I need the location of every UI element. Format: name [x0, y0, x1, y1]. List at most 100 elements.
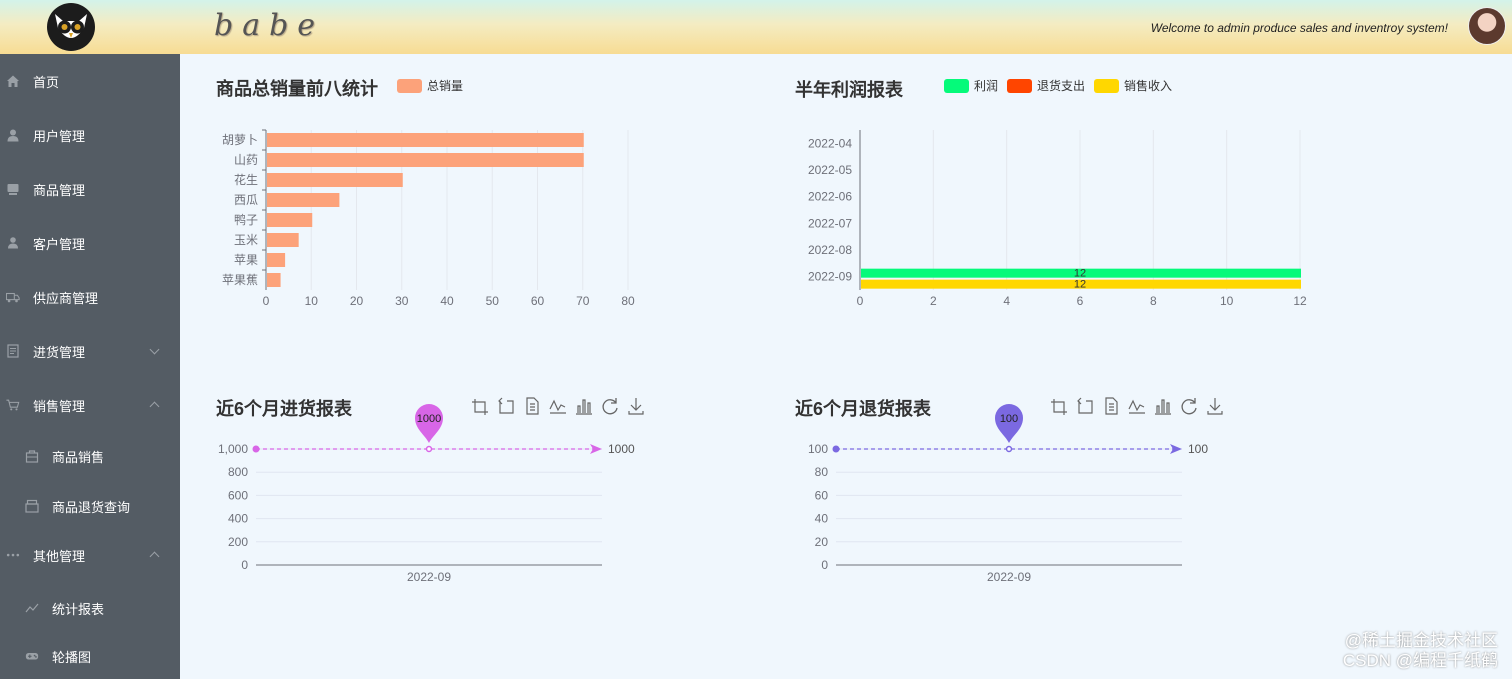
y-tick-label: 鸭子 — [234, 213, 258, 227]
legend-item-total-sales[interactable]: 总销量 — [397, 77, 463, 94]
y-tick-label: 花生 — [234, 172, 258, 187]
bar — [267, 173, 403, 187]
x-tick-label: 80 — [621, 294, 635, 308]
x-tick-label: 30 — [395, 294, 409, 308]
bar — [267, 273, 281, 287]
x-tick-label: 10 — [1220, 294, 1234, 308]
sidebar-item-purchase[interactable]: 进货管理 — [0, 324, 180, 378]
profit-bar-chart: 0 2 4 6 8 10 12 2022-04 2022-05 2022-06 2022-07 202… — [808, 130, 1307, 308]
sidebar-item-label: 用户管理 — [33, 128, 86, 144]
sidebar-item-customers[interactable]: 客户管理 — [0, 216, 180, 270]
x-tick-label: 70 — [576, 294, 590, 308]
legend-item-return-expense[interactable]: 退货支出 — [1007, 77, 1085, 94]
sidebar-item-goods[interactable]: 商品管理 — [0, 162, 180, 216]
document-icon — [6, 344, 20, 358]
y-tick-label: 2022-06 — [808, 190, 852, 204]
y-tick-label: 60 — [815, 488, 829, 502]
sidebar-item-product-sales[interactable]: 商品销售 — [0, 430, 180, 482]
sidebar-item-label: 商品退货查询 — [52, 499, 131, 515]
top-header: babe Welcome to admin produce sales and … — [0, 0, 1512, 54]
more-icon — [6, 548, 20, 562]
welcome-text: Welcome to admin produce sales and inven… — [1150, 21, 1448, 35]
y-tick-label: 0 — [241, 558, 248, 572]
top8-bar-chart: 0 10 20 30 40 50 60 70 80 胡萝卜山药花生西瓜鸭子玉米苹果苹果蕉 — [222, 129, 635, 308]
y-tick-label: 200 — [228, 535, 248, 549]
owl-logo-icon[interactable] — [46, 2, 96, 52]
home-icon — [6, 74, 20, 88]
y-tick-label: 400 — [228, 512, 248, 526]
legend-item-profit[interactable]: 利润 — [944, 77, 998, 94]
sidebar-item-label: 客户管理 — [33, 236, 86, 252]
y-tick-label: 2022-04 — [808, 136, 852, 150]
y-tick-label: 玉米 — [234, 233, 258, 247]
legend-swatch — [1007, 78, 1033, 93]
y-tick-label: 胡萝卜 — [222, 133, 258, 147]
data-label: 12 — [1074, 279, 1086, 291]
markpoint-label: 100 — [1000, 413, 1018, 425]
returns-line-chart: 0 20 40 60 80 100 2022-09 100 100 — [808, 404, 1208, 584]
data-point — [1005, 445, 1013, 453]
trend-icon — [25, 601, 39, 615]
watermark-line: @稀土掘金技术社区 — [1344, 631, 1498, 650]
x-tick-label: 2022-09 — [407, 570, 451, 584]
markline-label: 1000 — [608, 442, 635, 456]
x-tick-label: 60 — [531, 294, 545, 308]
y-tick-label: 100 — [808, 442, 828, 456]
y-tick-label: 40 — [815, 512, 829, 526]
markline-start-symbol — [252, 445, 260, 453]
sidebar-item-return-query[interactable]: 商品退货查询 — [0, 480, 180, 532]
y-tick-label: 山药 — [234, 153, 258, 167]
x-tick-label: 0 — [857, 294, 864, 308]
sidebar-item-home[interactable]: 首页 — [0, 54, 180, 108]
purchase-line-chart: 0 200 400 600 800 1,000 2022-09 1000 1000 — [218, 404, 635, 584]
legend-label: 总销量 — [427, 79, 464, 93]
x-tick-label: 6 — [1077, 294, 1084, 308]
sidebar-item-users[interactable]: 用户管理 — [0, 108, 180, 162]
y-tick-label: 苹果 — [234, 253, 258, 267]
user-avatar[interactable] — [1468, 7, 1506, 45]
y-tick-label: 2022-07 — [808, 216, 852, 230]
sidebar-item-carousel[interactable]: 轮播图 — [0, 630, 180, 679]
top8-legend[interactable]: 总销量 — [397, 77, 472, 94]
bar — [267, 193, 340, 207]
legend-label: 利润 — [974, 79, 999, 93]
sidebar-item-statistics[interactable]: 统计报表 — [0, 582, 180, 634]
sidebar-item-suppliers[interactable]: 供应商管理 — [0, 270, 180, 324]
top8-chart-title: 商品总销量前八统计 — [216, 79, 378, 99]
data-point — [425, 445, 433, 453]
watermark-line: CSDN @编程千纸鹤 — [1342, 651, 1498, 670]
x-tick-label: 8 — [1150, 294, 1157, 308]
watermark: @稀土掘金技术社区 CSDN @编程千纸鹤 — [1343, 631, 1498, 671]
sidebar-item-label: 轮播图 — [52, 649, 92, 665]
box-icon — [25, 499, 39, 513]
gamepad-icon — [25, 649, 39, 663]
bag-icon — [25, 449, 39, 463]
chevron-down-icon — [149, 344, 160, 355]
profit-legend[interactable]: 利润 退货支出 销售收入 — [944, 77, 1181, 94]
sidebar-item-other[interactable]: 其他管理 — [0, 528, 180, 582]
x-tick-label: 0 — [263, 294, 270, 308]
legend-item-sales-income[interactable]: 销售收入 — [1094, 77, 1172, 94]
customer-icon — [6, 236, 20, 250]
bar — [267, 253, 286, 267]
bar — [267, 233, 299, 247]
sidebar-item-label: 供应商管理 — [33, 290, 99, 306]
x-tick-label: 40 — [440, 294, 454, 308]
x-tick-label: 20 — [350, 294, 364, 308]
sidebar-item-label: 商品管理 — [33, 182, 86, 198]
markpoint-label: 1000 — [417, 413, 441, 425]
legend-swatch — [944, 78, 969, 93]
x-tick-label: 12 — [1293, 294, 1307, 308]
y-tick-label: 2022-05 — [808, 163, 852, 177]
y-tick-label: 600 — [228, 488, 248, 502]
sidebar-item-sales[interactable]: 销售管理 — [0, 378, 180, 432]
profit-chart-title: 半年利润报表 — [795, 80, 903, 100]
y-tick-label: 800 — [228, 465, 248, 479]
user-icon — [6, 128, 20, 142]
y-tick-label: 80 — [815, 465, 829, 479]
y-tick-label: 西瓜 — [234, 193, 258, 207]
legend-label: 退货支出 — [1037, 79, 1086, 93]
goods-icon — [6, 182, 20, 196]
y-tick-label: 2022-09 — [808, 270, 852, 284]
bar — [267, 213, 313, 227]
